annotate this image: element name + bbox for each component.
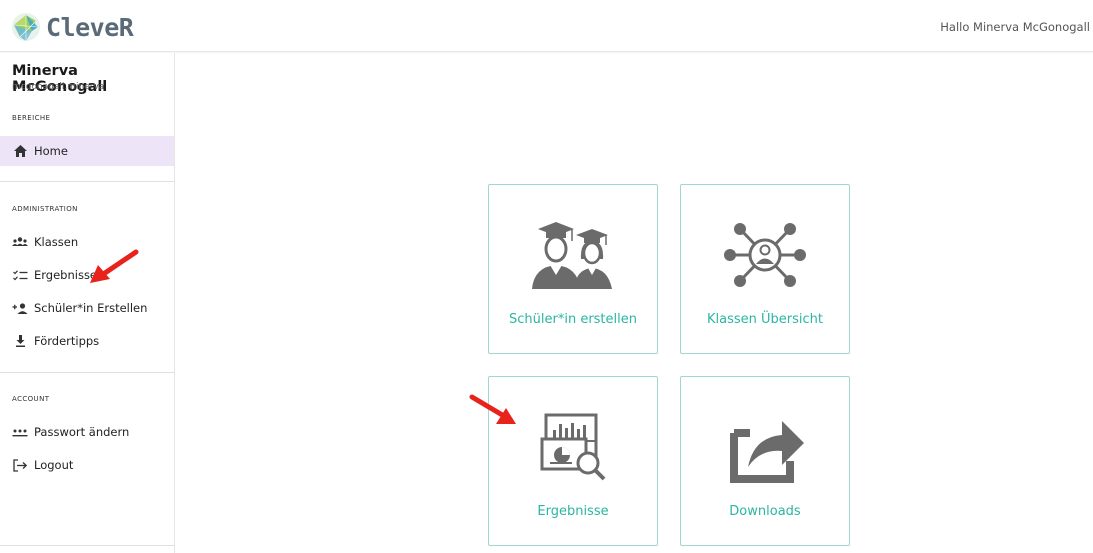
sidebar-item-schueler-erstellen[interactable]: Schüler*in Erstellen — [0, 293, 174, 323]
sidebar-item-label: Klassen — [34, 235, 79, 249]
tile-schueler-erstellen[interactable]: Schüler*in erstellen — [488, 184, 658, 354]
sidebar-divider — [0, 181, 174, 182]
annotation-arrow-icon — [90, 249, 139, 283]
checklist-icon — [12, 268, 28, 282]
sidebar-item-klassen[interactable]: Klassen — [0, 227, 174, 257]
download-icon — [12, 334, 28, 348]
sidebar-item-foerdertipps[interactable]: Fördertipps — [0, 326, 174, 356]
logout-icon — [12, 458, 28, 472]
add-person-icon — [12, 301, 28, 315]
graduates-icon — [489, 215, 657, 295]
section-label-bereiche: BEREICHE — [12, 114, 51, 122]
tile-label: Klassen Übersicht — [707, 312, 823, 327]
sidebar-item-home[interactable]: Home — [0, 136, 174, 166]
section-label-account: ACCOUNT — [12, 395, 50, 403]
tile-label: Schüler*in erstellen — [509, 312, 637, 327]
tile-label: Ergebnisse — [537, 504, 609, 519]
password-dots-icon — [12, 425, 28, 439]
top-header: CleveR Hallo Minerva McGonogall — [0, 0, 1093, 52]
sidebar-item-label: Schüler*in Erstellen — [34, 301, 148, 315]
sidebar-item-label: Logout — [34, 458, 74, 472]
tile-klassen-uebersicht[interactable]: Klassen Übersicht — [680, 184, 850, 354]
sidebar-item-ergebnisse[interactable]: Ergebnisse — [0, 260, 174, 290]
sidebar-item-passwort[interactable]: Passwort ändern — [0, 417, 174, 447]
sidebar-divider — [0, 372, 174, 373]
group-icon — [12, 235, 28, 249]
sidebar-item-logout[interactable]: Logout — [0, 450, 174, 480]
logo-text: CleveR — [46, 12, 134, 42]
sidebar-item-label: Fördertipps — [34, 334, 100, 348]
tile-downloads[interactable]: Downloads — [680, 376, 850, 546]
sidebar-item-label: Passwort ändern — [34, 425, 130, 439]
logo-globe-icon — [12, 13, 40, 41]
user-greeting: Hallo Minerva McGonogall — [940, 20, 1090, 34]
sidebar-divider — [0, 545, 174, 546]
home-icon — [12, 144, 28, 158]
sidebar-user-handle: mcgonagall.minerva — [12, 82, 105, 92]
share-export-icon — [681, 407, 849, 487]
sidebar: Minerva McGonogall mcgonagall.minerva BE… — [0, 53, 175, 553]
section-label-administration: ADMINISTRATION — [12, 205, 78, 213]
sidebar-item-label: Home — [34, 144, 68, 158]
tile-label: Downloads — [729, 504, 801, 519]
annotation-arrow-icon — [469, 394, 516, 424]
network-user-icon — [681, 215, 849, 295]
app-logo[interactable]: CleveR — [10, 10, 134, 44]
